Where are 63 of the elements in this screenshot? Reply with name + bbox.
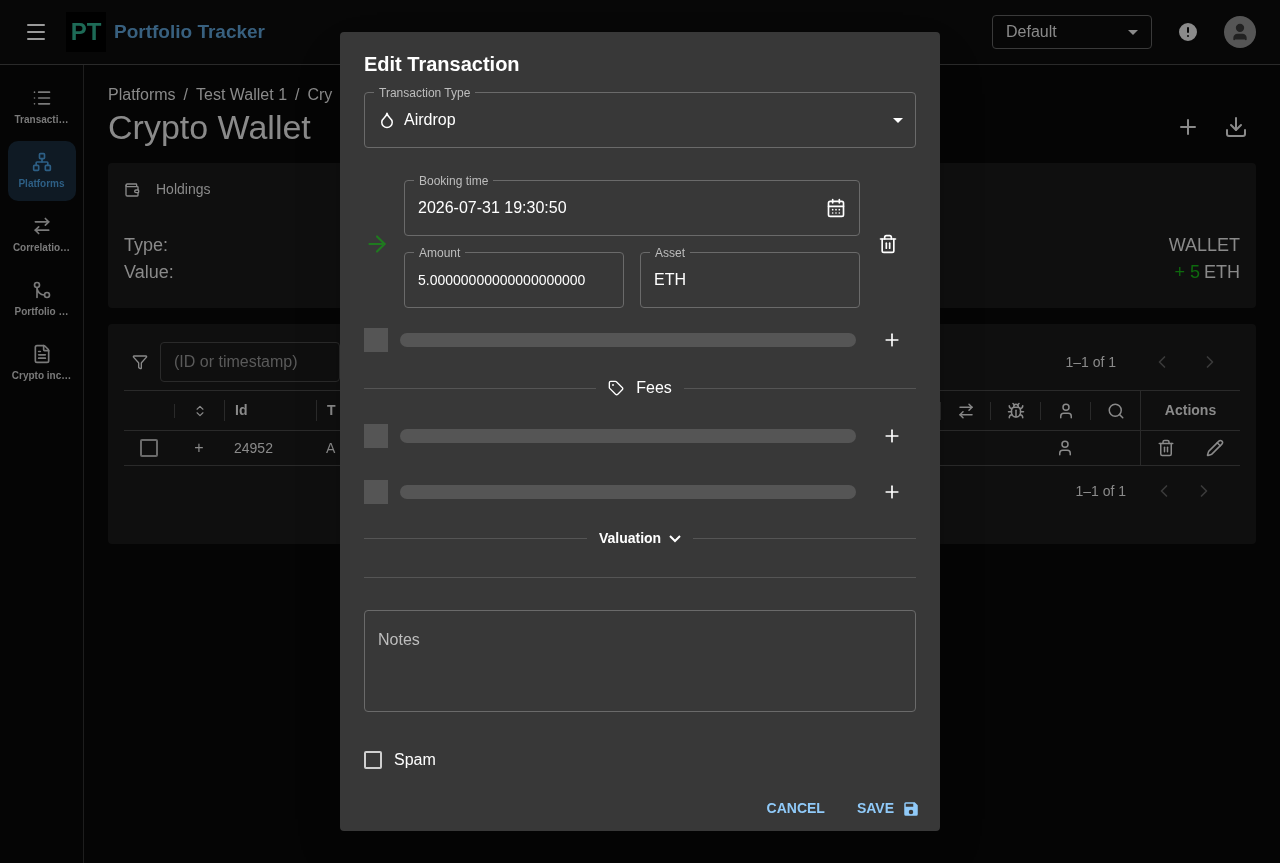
breadcrumb-link[interactable]: Cry <box>307 83 333 107</box>
alert-icon[interactable] <box>1176 20 1200 44</box>
delete-icon <box>1156 439 1175 457</box>
table-cell: A <box>326 439 336 456</box>
property-label: Type: <box>124 234 170 257</box>
page-title: Crypto Wallet <box>108 107 311 147</box>
chevron-down-icon <box>669 534 682 543</box>
placeholder-square <box>364 328 388 352</box>
breadcrumb-link[interactable]: Platforms <box>108 83 176 107</box>
select-value: Airdrop <box>404 110 456 130</box>
bug-icon <box>1006 401 1025 420</box>
field-value: 2026-07-31 19:30:50 <box>418 198 567 218</box>
field-value: ETH <box>654 270 686 290</box>
person-icon <box>1056 439 1074 457</box>
nav-item[interactable]: Portfolio … <box>7 269 76 329</box>
trash-icon <box>878 234 898 254</box>
breadcrumb-link[interactable]: Test Wallet 1 <box>196 83 288 107</box>
breadcrumb-separator: / <box>295 85 300 105</box>
asset-unit: ETH <box>1204 261 1240 284</box>
column-header: T <box>327 402 336 418</box>
portfolio-select[interactable]: Default <box>992 15 1152 49</box>
edit-icon <box>1206 439 1225 457</box>
calendar-icon <box>826 198 846 218</box>
row-checkbox[interactable] <box>140 439 158 457</box>
save-button[interactable]: SAVE <box>848 792 928 825</box>
valuation-toggle[interactable]: Valuation <box>598 528 682 549</box>
nav-item[interactable]: Transacti… <box>7 77 76 137</box>
app-title: Portfolio Tracker <box>114 19 265 44</box>
amount-change: + 5 <box>1174 261 1200 284</box>
column-header: Actions <box>1164 401 1217 420</box>
hierarchy-icon <box>31 151 52 172</box>
tag-icon <box>608 380 625 396</box>
table-cell: 24952 <box>234 439 273 456</box>
field-value: 5.00000000000000000000 <box>418 270 586 290</box>
property-label: Value: <box>124 261 174 284</box>
merge-icon <box>31 279 52 300</box>
checkbox-label: Spam <box>394 750 436 770</box>
type-value: WALLET <box>1168 234 1240 257</box>
search-icon <box>1106 401 1125 420</box>
caret-icon <box>1128 29 1138 35</box>
column-header: Id <box>235 402 248 418</box>
logo: PT <box>66 12 106 52</box>
cancel-button[interactable]: CANCEL <box>758 792 833 825</box>
nav-item[interactable]: Correlatio… <box>7 205 76 265</box>
expand-row-button[interactable]: + <box>194 436 204 460</box>
dialog-title: Edit Transaction <box>364 52 521 76</box>
placeholder-square <box>364 480 388 504</box>
caret-icon <box>893 117 903 123</box>
notes-field[interactable]: Notes <box>364 610 916 712</box>
arrows-icon <box>956 401 975 420</box>
section-label: Fees <box>636 378 672 398</box>
wallet-icon <box>124 181 140 198</box>
placeholder-square <box>364 424 388 448</box>
card-title: Holdings <box>156 180 211 199</box>
pagination-text: 1–1 of 1 <box>1075 481 1126 501</box>
breadcrumb-separator: / <box>183 85 189 105</box>
filter-icon <box>132 354 148 370</box>
nav-item[interactable]: Crypto inc… <box>7 333 76 393</box>
pagination-text: 1–1 of 1 <box>1065 352 1116 372</box>
avatar-icon[interactable] <box>1224 16 1256 48</box>
download-icon[interactable] <box>1224 115 1248 139</box>
droplet-icon <box>378 111 396 129</box>
spam-checkbox[interactable] <box>364 751 382 769</box>
